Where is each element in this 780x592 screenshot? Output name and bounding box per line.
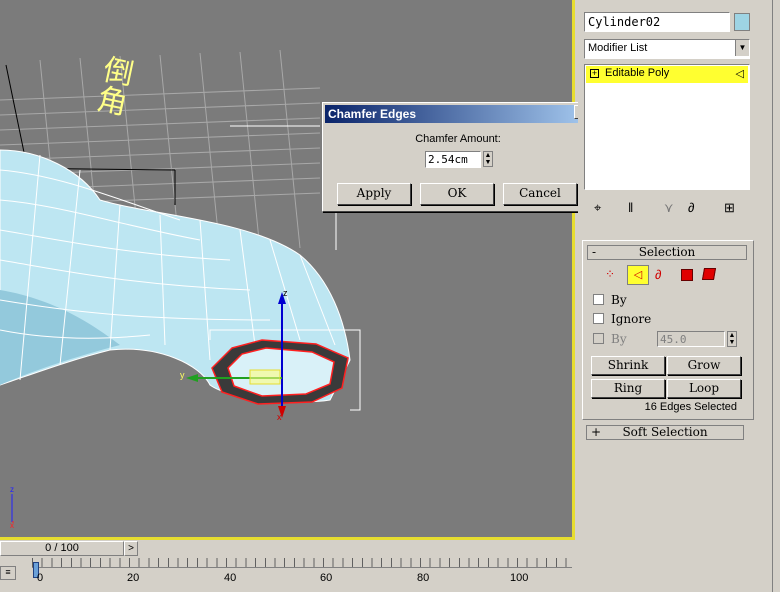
modifier-list-dropdown[interactable]: Modifier List ▼ [584, 39, 750, 59]
chamfer-amount-label: Chamfer Amount: [415, 133, 501, 145]
ring-button[interactable]: Ring [591, 379, 665, 398]
tick-label: 80 [417, 572, 430, 584]
by-vertex-label: By [611, 293, 627, 307]
selection-rollout-header[interactable]: - Selection [587, 245, 747, 260]
stack-item-label: Editable Poly [605, 67, 670, 79]
edge-mode-icon: ◁ [735, 68, 744, 80]
handwritten-note: 倒角 [89, 52, 137, 119]
edge-mode-button[interactable]: ◁ [627, 265, 649, 285]
tick-label: 60 [320, 572, 333, 584]
pin-stack-icon[interactable]: ⌖ [594, 200, 601, 216]
border-mode-icon[interactable]: ∂ [655, 267, 661, 282]
tick-label: 0 [37, 572, 44, 584]
scene-geometry: z y x z x 倒角 [0, 49, 361, 530]
perspective-viewport[interactable]: z y x z x 倒角 [0, 0, 575, 540]
track-bar-menu-icon[interactable]: ≡ [0, 566, 16, 580]
gizmo-z-label: z [283, 288, 288, 298]
angle-input[interactable]: 45.0 [657, 331, 725, 347]
expand-soft-icon: + [591, 425, 602, 439]
gizmo-y-label: y [180, 370, 185, 380]
tick-label: 100 [510, 572, 529, 584]
loop-button[interactable]: Loop [667, 379, 741, 398]
modifier-stack: + Editable Poly ◁ [584, 64, 750, 190]
vertex-mode-icon[interactable]: ⁘ [605, 267, 615, 281]
corner-z-label: z [10, 485, 14, 494]
remove-modifier-icon[interactable]: ∂ [688, 200, 694, 215]
ok-button[interactable]: OK [420, 183, 494, 205]
collapse-icon: - [592, 245, 597, 259]
time-slider-thumb[interactable]: 0 / 100 [0, 541, 124, 556]
chamfer-amount-input[interactable]: 2.54cm [425, 151, 481, 168]
ignore-backfacing-checkbox[interactable] [593, 313, 604, 324]
modifier-list-label: Modifier List [588, 42, 648, 54]
ignore-backfacing-label: Ignore [611, 312, 652, 326]
make-unique-icon[interactable]: ⋎ [664, 200, 674, 216]
ruler-ticks [32, 558, 572, 568]
command-panel: Cylinder02 Modifier List ▼ + Editable Pol… [578, 0, 780, 592]
chamfer-amount-spinner[interactable]: ▲ ▼ [483, 151, 493, 167]
selection-title: Selection [638, 245, 696, 259]
track-bar[interactable]: ≡ 0 20 40 60 80 100 [0, 558, 575, 592]
by-vertex-checkbox[interactable] [593, 294, 604, 305]
tick-label: 20 [127, 572, 140, 584]
polygon-mode-icon[interactable] [681, 269, 693, 281]
element-mode-icon[interactable] [701, 268, 717, 280]
gizmo-x-label: x [277, 412, 282, 422]
expand-icon[interactable]: + [590, 69, 599, 78]
soft-selection-rollout-header[interactable]: + Soft Selection [586, 425, 744, 440]
time-slider[interactable]: 0 / 100 > [0, 540, 575, 558]
dialog-titlebar[interactable]: Chamfer Edges [325, 105, 591, 123]
configure-sets-icon[interactable]: ⊞ [724, 200, 735, 216]
apply-button[interactable]: Apply [337, 183, 411, 205]
time-next-icon[interactable]: > [124, 541, 138, 556]
soft-selection-title: Soft Selection [622, 425, 708, 439]
object-color-swatch[interactable] [734, 13, 750, 31]
show-end-result-icon[interactable]: ‖ [628, 200, 633, 215]
dialog-title: Chamfer Edges [328, 107, 417, 121]
selection-rollout: - Selection ⁘ ◁ ∂ By Ignore By 45.0 ▲ ▼ S… [582, 240, 754, 420]
shrink-button[interactable]: Shrink [591, 356, 665, 375]
object-name-field[interactable]: Cylinder02 [584, 12, 730, 32]
tick-label: 40 [224, 572, 237, 584]
cancel-button[interactable]: Cancel [503, 183, 577, 205]
by-angle-label: By [611, 332, 627, 346]
panel-scrollbar[interactable] [772, 0, 780, 592]
chevron-down-icon[interactable]: ▼ [735, 40, 749, 56]
stack-item-editable-poly[interactable]: + Editable Poly ◁ [586, 66, 748, 83]
chamfer-edges-dialog: Chamfer Edges ✕ Chamfer Amount: 2.54cm ▲… [322, 102, 594, 212]
angle-spinner[interactable]: ▲ ▼ [727, 331, 737, 347]
grow-button[interactable]: Grow [667, 356, 741, 375]
selection-status: 16 Edges Selected [644, 401, 737, 413]
by-angle-checkbox[interactable] [593, 333, 604, 344]
corner-x-label: x [10, 521, 14, 530]
